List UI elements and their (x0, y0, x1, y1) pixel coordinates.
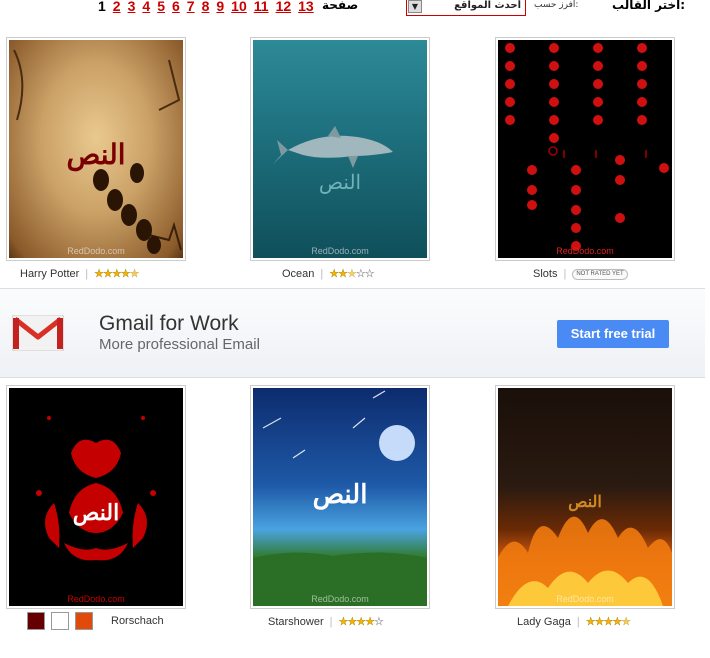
separator: | (329, 616, 333, 628)
page-link[interactable]: 5 (157, 0, 165, 14)
inkblot-art (36, 416, 156, 561)
template-arabic-text: النص (568, 492, 602, 511)
template-watermark: RedDodo.com (311, 594, 369, 604)
page-link[interactable]: 2 (113, 0, 121, 14)
template-arabic-text: النص (312, 480, 368, 510)
ad-banner[interactable]: Gmail for Work More professional Email S… (0, 288, 705, 378)
template-arabic-text: النص (72, 500, 120, 526)
page-link[interactable]: 13 (298, 0, 314, 14)
chevron-down-icon[interactable]: ▼ (408, 0, 422, 13)
template-card-slots[interactable]: RedDodo.com (495, 37, 675, 261)
sort-select[interactable]: ▼ أحدث المواقع (406, 0, 526, 16)
template-card-lady-gaga[interactable]: النص RedDodo.com (495, 385, 675, 609)
inkblot-variant-icon[interactable] (51, 612, 69, 630)
template-watermark: RedDodo.com (67, 594, 125, 604)
template-thumbnail[interactable]: RedDodo.com (498, 40, 672, 258)
template-meta: Harry Potter | ★ ★ ★ ★ ★ (20, 266, 140, 282)
template-meta: Ocean | ★ ★ ★ ☆ ☆ (282, 266, 375, 282)
star-empty-icon: ☆ (355, 267, 366, 280)
template-thumbnail[interactable]: النص RedDodo.com (253, 40, 427, 258)
star-rating[interactable]: ★ ★ ★ ★ ★ (94, 267, 140, 280)
star-empty-icon: ☆ (374, 615, 384, 628)
template-name[interactable]: Slots (533, 268, 557, 280)
template-name[interactable]: Lady Gaga (517, 616, 571, 628)
star-icon: ★ (120, 267, 131, 280)
separator: | (576, 616, 580, 628)
star-icon: ★ (329, 267, 339, 280)
page-link[interactable]: 12 (276, 0, 292, 14)
page-link[interactable]: 4 (142, 0, 150, 14)
top-bar: 1 2 3 4 5 6 7 8 9 10 11 12 13 صفحة ▼ أحدث المواقع اف… (0, 0, 710, 18)
template-meta: Starshower | ★ ★ ★ ★ ☆ (268, 614, 384, 630)
star-icon: ★ (111, 267, 122, 280)
star-icon: ★ (103, 267, 113, 280)
star-icon: ★ (612, 615, 622, 628)
template-thumbnail[interactable]: النص RedDodo.com (498, 388, 672, 606)
star-rating[interactable]: ★ ★ ★ ★ ★ (585, 615, 632, 628)
star-icon: ★ (356, 615, 366, 628)
page-link[interactable]: 9 (216, 0, 224, 14)
sort-label: افرز حسب: (534, 0, 579, 10)
template-thumbnail[interactable]: النص RedDodo.com (253, 388, 427, 606)
separator: | (563, 268, 567, 280)
star-icon: ★ (347, 615, 357, 628)
template-thumbnail[interactable]: النص RedDodo.com (9, 388, 183, 606)
current-page: 1 (98, 0, 106, 14)
template-name[interactable]: Harry Potter (20, 268, 79, 280)
hearts-art (505, 43, 669, 251)
star-half-icon: ★ (621, 615, 631, 628)
separator: | (85, 268, 89, 280)
separator: | (320, 268, 324, 280)
star-icon: ★ (603, 615, 613, 628)
inkblot-variant-icon[interactable] (75, 612, 93, 630)
template-arabic-text: النص (318, 170, 362, 194)
start-trial-button[interactable]: Start free trial (557, 320, 669, 348)
page-link[interactable]: 8 (202, 0, 210, 14)
template-watermark: RedDodo.com (556, 594, 614, 604)
template-name[interactable]: Ocean (282, 268, 314, 280)
template-card-starshower[interactable]: النص RedDodo.com (250, 385, 430, 609)
template-watermark: RedDodo.com (556, 246, 614, 256)
page-link[interactable]: 10 (231, 0, 247, 14)
template-watermark: RedDodo.com (67, 246, 125, 256)
page-link[interactable]: 3 (128, 0, 136, 14)
gmail-logo-icon (12, 315, 64, 351)
star-rating[interactable]: ★ ★ ★ ☆ ☆ (329, 267, 375, 280)
inkblot-variant-icon[interactable] (27, 612, 45, 630)
star-icon: ★ (338, 267, 348, 280)
star-icon: ★ (365, 615, 375, 628)
template-name[interactable]: Rorschach (111, 615, 164, 627)
template-card-rorschach[interactable]: النص RedDodo.com (6, 385, 186, 609)
star-rating[interactable]: ★ ★ ★ ★ ☆ (338, 615, 384, 628)
template-arabic-text: النص (66, 138, 126, 171)
not-rated-badge[interactable]: NOT RATED YET (572, 268, 628, 280)
pagination: 1 2 3 4 5 6 7 8 9 10 11 12 13 (98, 0, 321, 14)
template-meta: Rorschach (27, 612, 164, 630)
ad-subtitle: More professional Email (99, 336, 260, 353)
page-link[interactable]: 11 (254, 0, 269, 14)
template-thumbnail[interactable]: النص RedDodo.com (9, 40, 183, 258)
template-card-harry-potter[interactable]: النص RedDodo.com (6, 37, 186, 261)
template-meta: Slots | NOT RATED YET (533, 266, 628, 282)
template-name[interactable]: Starshower (268, 616, 324, 628)
page-link[interactable]: 7 (187, 0, 195, 14)
star-empty-icon: ☆ (364, 267, 375, 280)
star-icon: ★ (94, 267, 104, 280)
page-link[interactable]: 6 (172, 0, 180, 14)
choose-template-label: اختر القالب: (612, 0, 686, 12)
page-label: صفحة (322, 0, 359, 12)
template-watermark: RedDodo.com (311, 246, 369, 256)
star-half-icon: ★ (347, 267, 357, 280)
star-half-icon: ★ (129, 267, 140, 280)
template-card-ocean[interactable]: النص RedDodo.com (250, 37, 430, 261)
ad-title: Gmail for Work (99, 312, 239, 335)
template-meta: Lady Gaga | ★ ★ ★ ★ ★ (517, 614, 632, 630)
star-icon: ★ (585, 615, 596, 628)
sort-select-value: أحدث المواقع (454, 0, 521, 11)
dolphin-art (273, 126, 393, 168)
